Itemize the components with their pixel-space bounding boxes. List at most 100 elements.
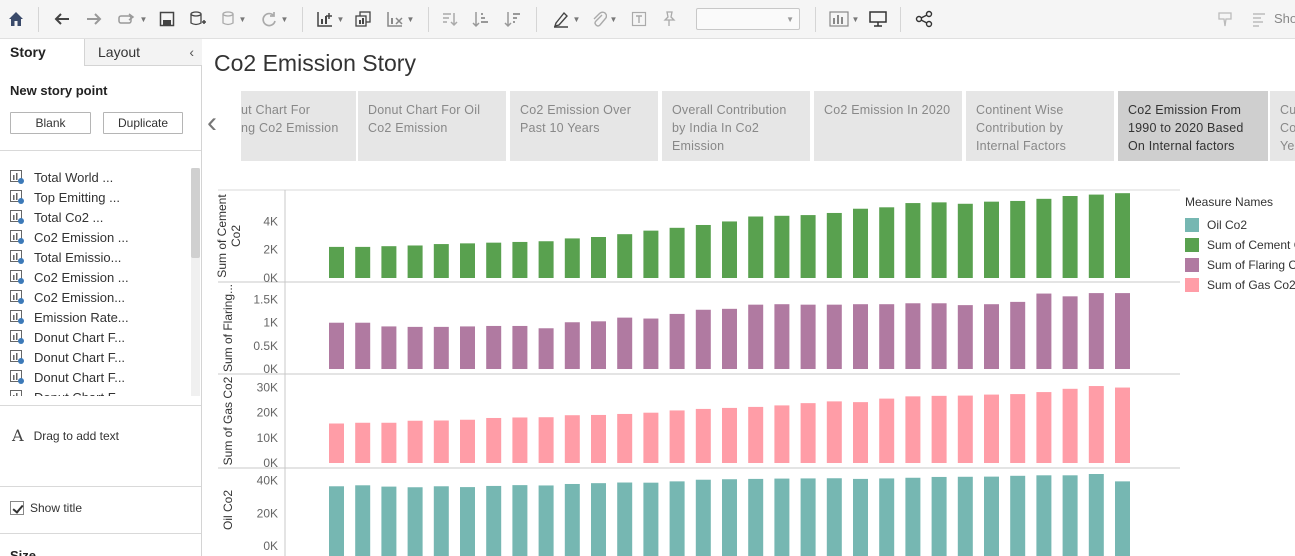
sheet-list-item[interactable]: Top Emitting ... — [10, 188, 120, 206]
story-point-tab[interactable]: ut Chart For ng Co2 Emission — [241, 91, 356, 161]
swap-icon[interactable] — [438, 8, 460, 30]
bar — [591, 237, 606, 278]
legend-swatch — [1185, 238, 1199, 252]
sheet-name: Donut Chart F... — [34, 349, 126, 365]
bar — [1036, 475, 1052, 556]
duplicate-button[interactable]: Duplicate — [103, 112, 183, 134]
bar — [643, 230, 659, 278]
sort-asc-icon[interactable] — [470, 8, 492, 30]
save-icon[interactable] — [156, 8, 178, 30]
datasource-icon[interactable]: ▼ — [218, 8, 248, 30]
chart-area: 4K 2K 0K Sum of CementCo2 1.5K 1K 0.5K 0K Sum of… — [215, 189, 1180, 556]
sheet-list: Total World ... Top Emitting ... Total Co2… — [0, 168, 201, 396]
y-tick-label: 0K — [263, 271, 278, 285]
show-title-label: Show title — [30, 501, 83, 515]
story-nav-left-icon[interactable]: ‹ — [207, 106, 217, 140]
sheet-list-item[interactable]: Total Co2 ... — [10, 208, 103, 226]
sheet-list-item[interactable]: Co2 Emission ... — [10, 268, 129, 286]
toolbar-separator — [428, 7, 429, 32]
legend-item[interactable]: Sum of Gas Co2 — [1185, 275, 1295, 295]
sort-desc-icon[interactable] — [502, 8, 524, 30]
blank-button[interactable]: Blank — [10, 112, 91, 134]
story-point-tab[interactable]: Overall Contribution by India In Co2 Emi… — [662, 91, 810, 161]
tab-story[interactable]: Story — [0, 39, 84, 66]
story-point-tab[interactable]: Donut Chart For Oil Co2 Emission — [358, 91, 506, 161]
story-title[interactable]: Co2 Emission Story — [214, 50, 416, 77]
clear-sheet-icon[interactable]: ▼ — [382, 8, 418, 30]
marks-icon[interactable] — [1214, 8, 1236, 30]
drag-to-add-text[interactable]: A Drag to add text — [12, 426, 119, 445]
bar — [957, 305, 973, 369]
pin-icon[interactable] — [658, 8, 680, 30]
legend-label: Oil Co2 — [1207, 218, 1248, 232]
story-point-tab[interactable]: Co2 Emission Over Past 10 Years — [510, 91, 658, 161]
bar — [512, 325, 528, 369]
toolbar-separator — [302, 7, 303, 32]
collapse-pane-icon[interactable]: ‹ — [189, 39, 194, 66]
bar — [957, 476, 973, 556]
bar — [407, 326, 423, 369]
text-icon[interactable] — [628, 8, 650, 30]
legend-item[interactable]: Sum of Cement Co2 — [1185, 235, 1295, 255]
show-icon[interactable] — [1248, 8, 1270, 30]
fit-dropdown[interactable]: ▼ — [696, 8, 800, 30]
bar — [774, 405, 790, 463]
y-axis-title: Sum of Flaring... — [221, 284, 235, 372]
home-icon[interactable] — [6, 8, 26, 30]
story-point-tab[interactable]: Co2 Emission In 2020 — [814, 91, 962, 161]
divider — [0, 486, 201, 487]
sheet-list-item[interactable]: Donut Chart F... — [10, 368, 125, 386]
bar — [564, 415, 580, 463]
sheet-list-item[interactable]: Co2 Emission... — [10, 288, 125, 306]
bar — [460, 419, 475, 463]
bar — [695, 309, 711, 369]
attach-icon[interactable]: ▼ — [587, 8, 621, 30]
sheet-name: Total World ... — [34, 169, 114, 185]
bar — [722, 407, 737, 463]
sheet-list-item[interactable]: Donut Chart F... — [10, 328, 125, 346]
story-point-tab[interactable]: Cu Co Ye — [1270, 91, 1295, 161]
sheet-list-item[interactable]: Total Emissio... — [10, 248, 121, 266]
bar — [879, 304, 895, 369]
legend-item[interactable]: Sum of Flaring Co2 — [1185, 255, 1295, 275]
show-title-checkbox[interactable]: Show title — [10, 501, 82, 515]
redo-icon[interactable] — [83, 8, 105, 30]
sheet-name: Total Emissio... — [34, 249, 122, 265]
show-me-icon[interactable]: ▼ — [826, 8, 862, 30]
new-worksheet-icon[interactable]: ▼ — [312, 8, 348, 30]
story-point-tab[interactable]: Continent Wise Contribution by Internal … — [966, 91, 1114, 161]
bar — [329, 423, 344, 463]
show-label[interactable]: Show — [1274, 11, 1295, 26]
add-datasource-icon[interactable] — [186, 8, 208, 30]
refresh-icon[interactable]: ▼ — [256, 8, 292, 30]
bar — [1088, 386, 1104, 463]
y-axis-title: Sum of Gas Co2 — [221, 376, 235, 465]
legend-item[interactable]: Oil Co2 — [1185, 215, 1295, 235]
sheet-list-item[interactable]: Emission Rate... — [10, 308, 129, 326]
sheet-list-item[interactable]: Donut Chart F... — [10, 348, 125, 366]
share-icon[interactable] — [912, 8, 936, 30]
sheet-list-item[interactable]: Total World ... — [10, 168, 113, 186]
divider — [0, 150, 201, 151]
bar — [512, 417, 528, 463]
y-tick-label: 2K — [263, 243, 278, 257]
worksheet-icon — [10, 190, 24, 204]
y-axis-title: Sum of CementCo2 — [215, 194, 243, 278]
replay-icon[interactable]: ▼ — [114, 8, 150, 30]
tab-layout[interactable]: Layout ‹ — [84, 39, 202, 66]
sheet-name: Top Emitting ... — [34, 189, 120, 205]
presentation-icon[interactable] — [866, 8, 890, 30]
sheet-list-item[interactable]: Co2 Emission ... — [10, 228, 129, 246]
story-point-tab[interactable]: Co2 Emission From 1990 to 2020 Based On … — [1118, 91, 1268, 161]
bar — [669, 227, 685, 278]
scrollbar-thumb[interactable] — [191, 168, 200, 258]
sheet-list-item[interactable]: Donut Chart F... — [10, 388, 125, 396]
undo-icon[interactable] — [51, 8, 73, 30]
duplicate-sheet-icon[interactable] — [352, 8, 374, 30]
highlight-icon[interactable]: ▼ — [550, 8, 582, 30]
sheet-name: Co2 Emission ... — [34, 229, 129, 245]
bar — [774, 478, 790, 556]
y-tick-label: 10K — [257, 431, 278, 445]
drag-text-label: Drag to add text — [33, 428, 119, 443]
bar — [1036, 392, 1052, 463]
